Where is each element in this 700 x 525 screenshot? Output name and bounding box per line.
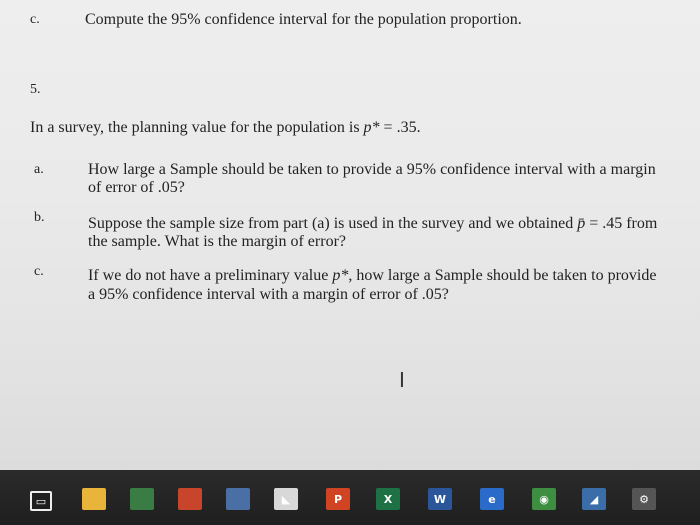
question-text: of error of .05?: [88, 179, 185, 196]
intro-value: = .35.: [379, 119, 421, 136]
task-view-icon[interactable]: ▭: [30, 491, 52, 511]
store-icon[interactable]: ◢: [582, 488, 606, 510]
edge-icon[interactable]: e: [480, 488, 504, 510]
document-page: c. Compute the 95% confidence interval f…: [0, 0, 700, 470]
item-label: c.: [30, 12, 40, 27]
b-value: = .45 from: [585, 215, 658, 232]
file-explorer-icon[interactable]: [82, 488, 106, 510]
b-text: Suppose the sample size from part (a) is…: [88, 215, 578, 232]
c-text-end: , how large a Sample should be taken to …: [348, 267, 657, 284]
excel-icon-2[interactable]: X: [376, 488, 400, 510]
question-text: How large a Sample should be taken to pr…: [88, 161, 656, 178]
intro-variable: p*: [363, 119, 380, 136]
excel-icon-1[interactable]: [130, 488, 154, 510]
powerpoint-icon[interactable]: P: [326, 488, 350, 510]
c-text: If we do not have a preliminary value: [88, 267, 333, 284]
question-text: a 95% confidence interval with a margin …: [88, 286, 449, 303]
question-intro: In a survey, the planning value for the …: [30, 118, 421, 138]
c-variable: p*: [332, 267, 349, 284]
item-label: c.: [34, 264, 44, 279]
calculator-icon[interactable]: [178, 488, 202, 510]
intro-text: In a survey, the planning value for the …: [30, 119, 364, 136]
question-text: Suppose the sample size from part (a) is…: [88, 214, 657, 234]
photos-icon[interactable]: [226, 488, 250, 510]
question-text: If we do not have a preliminary value p*…: [88, 266, 656, 286]
settings-icon[interactable]: ⚙: [632, 488, 656, 510]
mail-icon[interactable]: ◣: [274, 488, 298, 510]
word-icon[interactable]: W: [428, 488, 452, 510]
item-label: b.: [34, 210, 45, 225]
chrome-icon[interactable]: ◉: [532, 488, 556, 510]
b-variable: p̄: [577, 215, 586, 232]
question-text: Compute the 95% confidence interval for …: [85, 11, 522, 28]
question-number: 5.: [30, 82, 41, 97]
text-cursor-icon: I: [399, 368, 405, 392]
item-label: a.: [34, 162, 44, 177]
question-text: the sample. What is the margin of error?: [88, 233, 346, 250]
